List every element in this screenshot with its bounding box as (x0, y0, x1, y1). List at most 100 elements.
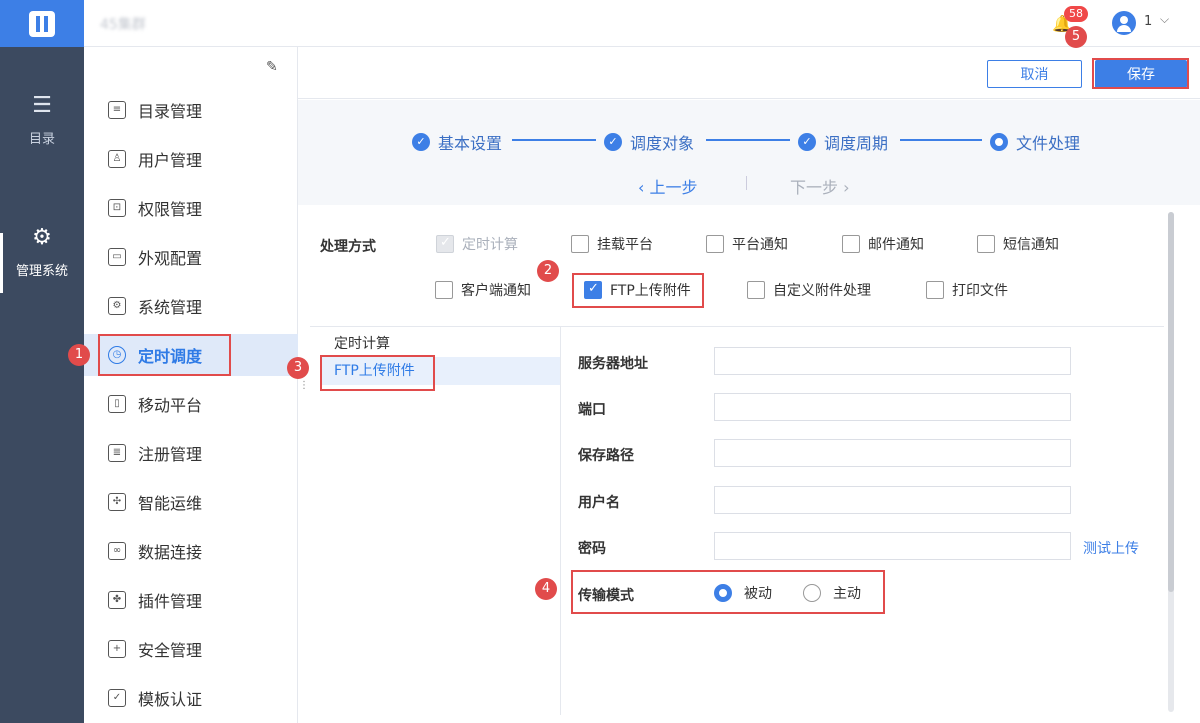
test-upload-link[interactable]: 测试上传 (1083, 538, 1139, 558)
list-item-timed-calc[interactable]: 定时计算 (334, 333, 390, 353)
check-icon: ✓ (604, 133, 622, 151)
sidebar-item-data-connection[interactable]: ∞ 数据连接 (84, 530, 298, 572)
checkbox-icon (436, 235, 454, 253)
checkbox-sms-notify[interactable]: 短信通知 (977, 234, 1059, 254)
user-icon: ♙ (108, 150, 126, 168)
sidebar-item-security[interactable]: + 安全管理 (84, 628, 298, 670)
checkbox-label: 邮件通知 (868, 237, 924, 253)
checkbox-email-notify[interactable]: 邮件通知 (842, 234, 924, 254)
resize-handle[interactable]: ⋮ (299, 380, 309, 391)
action-bar: 取消 保存 (298, 47, 1200, 99)
username-input[interactable] (714, 486, 1071, 514)
checkbox-label: 客户端通知 (461, 283, 531, 299)
pin-icon[interactable]: ✎ (266, 59, 278, 75)
sidebar-item-system[interactable]: ⚙ 系统管理 (84, 285, 298, 327)
next-step-button[interactable]: 下一步 › (790, 174, 850, 198)
checkbox-client-notify[interactable]: 客户端通知 (435, 280, 531, 300)
lock-icon: ⊡ (108, 199, 126, 217)
step-marker: 3 (287, 357, 309, 379)
sidebar-item-users[interactable]: ♙ 用户管理 (84, 138, 298, 180)
sidebar-item-plugins[interactable]: ✤ 插件管理 (84, 579, 298, 621)
step-connector (900, 139, 982, 141)
checkbox-label: 自定义附件处理 (773, 283, 871, 299)
step-period[interactable]: ✓ 调度周期 (798, 130, 888, 154)
port-label: 端口 (578, 402, 606, 418)
divider (560, 327, 561, 715)
sidebar-item-template-cert[interactable]: ✓ 模板认证 (84, 677, 298, 719)
step-marker: 2 (537, 260, 559, 282)
rail-item-catalog[interactable]: ☰ 目录 (0, 93, 84, 147)
checkbox-mount-platform[interactable]: 挂载平台 (571, 234, 653, 254)
list-icon: ☰ (32, 93, 52, 118)
save-path-input[interactable] (714, 439, 1071, 467)
highlight-box (572, 273, 704, 308)
step-label: 调度周期 (824, 134, 889, 153)
sidebar-item-label: 模板认证 (138, 690, 203, 709)
step-wizard: ✓ 基本设置 ✓ 调度对象 ✓ 调度周期 文件处理 ‹ 上一步 下一步 › (298, 100, 1200, 205)
sidebar-item-appearance[interactable]: ▭ 外观配置 (84, 236, 298, 278)
sidebar-item-label: 权限管理 (138, 200, 203, 219)
checkbox-label: 打印文件 (952, 283, 1008, 299)
checkbox-label: 短信通知 (1003, 237, 1059, 253)
processing-label: 处理方式 (320, 239, 376, 255)
scrollbar-thumb[interactable] (1168, 212, 1174, 592)
save-path-label: 保存路径 (578, 448, 634, 464)
checkbox-icon (977, 235, 995, 253)
sidebar-item-label: 插件管理 (138, 592, 203, 611)
user-name[interactable]: 1 (1144, 14, 1152, 29)
sidebar-item-catalog[interactable]: ≡ 目录管理 (84, 89, 298, 131)
sidebar-item-label: 外观配置 (138, 249, 203, 268)
prev-step-button[interactable]: ‹ 上一步 (638, 174, 698, 198)
admin-sidebar: ✎ ≡ 目录管理 ♙ 用户管理 ⊡ 权限管理 ▭ 外观配置 ⚙ 系统管理 ◷ 定时调度 ▯ 移… (84, 47, 298, 723)
server-address-input[interactable] (714, 347, 1071, 375)
sidebar-item-register[interactable]: ≣ 注册管理 (84, 432, 298, 474)
shield-icon: + (108, 640, 126, 658)
checkbox-icon (571, 235, 589, 253)
divider (310, 326, 1164, 327)
brush-icon: ▭ (108, 248, 126, 266)
gear-icon: ⚙ (32, 225, 52, 250)
divider (746, 176, 747, 190)
rail-item-admin[interactable]: ⚙ 管理系统 (0, 225, 84, 279)
step-connector (706, 139, 790, 141)
rail-item-label: 目录 (28, 132, 55, 147)
sidebar-item-label: 用户管理 (138, 151, 203, 170)
checkbox-platform-notify[interactable]: 平台通知 (706, 234, 788, 254)
cancel-button[interactable]: 取消 (987, 60, 1082, 88)
highlight-box (1092, 58, 1189, 89)
sidebar-item-permissions[interactable]: ⊡ 权限管理 (84, 187, 298, 229)
top-bar: 45集群 🔔 58 1 ⌵ (84, 0, 1200, 47)
checkbox-icon (747, 281, 765, 299)
highlight-box (98, 334, 231, 376)
checkbox-label: 定时计算 (462, 237, 518, 253)
step-object[interactable]: ✓ 调度对象 (604, 130, 694, 154)
notification-badge: 58 (1064, 6, 1088, 22)
catalog-icon: ≡ (108, 101, 126, 119)
checkbox-timed-calc: 定时计算 (436, 234, 518, 254)
chevron-down-icon[interactable]: ⌵ (1160, 12, 1169, 27)
checkbox-custom-attachment[interactable]: 自定义附件处理 (747, 280, 871, 300)
checkbox-print-file[interactable]: 打印文件 (926, 280, 1008, 300)
username-label: 用户名 (578, 495, 620, 511)
network-icon: ✣ (108, 493, 126, 511)
sidebar-item-label: 系统管理 (138, 298, 203, 317)
step-label: 文件处理 (1016, 134, 1081, 153)
rail-item-label: 管理系统 (15, 264, 68, 279)
password-input[interactable] (714, 532, 1071, 560)
step-marker: 4 (535, 578, 557, 600)
step-file[interactable]: 文件处理 (990, 130, 1080, 154)
highlight-box (320, 355, 435, 391)
checkbox-icon (842, 235, 860, 253)
avatar[interactable] (1112, 11, 1136, 35)
sidebar-item-mobile[interactable]: ▯ 移动平台 (84, 383, 298, 425)
sidebar-item-ops[interactable]: ✣ 智能运维 (84, 481, 298, 523)
sidebar-item-label: 注册管理 (138, 445, 203, 464)
step-connector (512, 139, 596, 141)
template-icon: ✓ (108, 689, 126, 707)
port-input[interactable] (714, 393, 1071, 421)
link-icon: ∞ (108, 542, 126, 560)
step-basic[interactable]: ✓ 基本设置 (412, 130, 502, 154)
check-icon: ✓ (412, 133, 430, 151)
app-logo[interactable] (0, 0, 84, 47)
tablet-icon: ▯ (108, 395, 126, 413)
